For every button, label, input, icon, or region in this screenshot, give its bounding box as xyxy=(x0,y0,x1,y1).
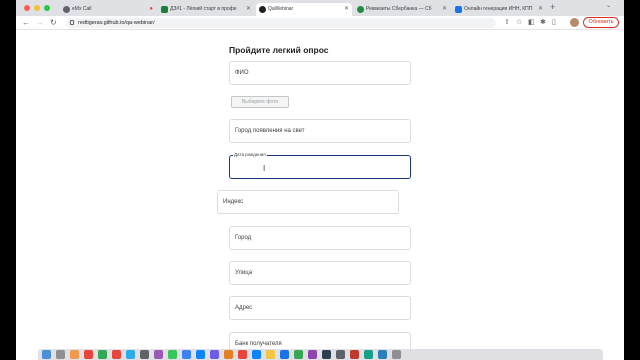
url-text: redtigerav.github.io/qa-webinar/ xyxy=(78,20,155,26)
birthplace-field[interactable]: Город появления на свет xyxy=(229,119,411,143)
maps-icon[interactable] xyxy=(364,350,373,359)
tab-title: ДЗ#1 - Лёгкий старт в профе xyxy=(170,6,237,12)
chrome-icon[interactable] xyxy=(98,350,107,359)
tab-homework[interactable]: ДЗ#1 - Лёгкий старт в профе ✕ xyxy=(158,3,254,16)
birthdate-field[interactable]: Дата рождения I xyxy=(229,152,411,179)
new-tab-icon[interactable]: + xyxy=(550,2,555,12)
avatar[interactable] xyxy=(570,18,579,27)
github-favicon-icon xyxy=(259,6,266,13)
close-tab-icon[interactable]: ✕ xyxy=(246,3,251,16)
zoom-video-icon[interactable] xyxy=(252,350,261,359)
address-bar[interactable]: redtigerav.github.io/qa-webinar/ xyxy=(66,18,496,28)
tab-favicon-icon xyxy=(63,6,70,13)
puzzle-icon[interactable]: ✱ xyxy=(540,18,546,28)
sidebar-icon[interactable]: ▯ xyxy=(552,18,556,28)
zoom-icon[interactable] xyxy=(182,350,191,359)
telegram-icon[interactable] xyxy=(126,350,135,359)
fio-field[interactable]: ФИО xyxy=(229,61,411,85)
close-tab-icon[interactable]: ✕ xyxy=(442,3,447,16)
skype-icon[interactable] xyxy=(238,350,247,359)
close-window-icon[interactable] xyxy=(24,5,30,11)
index-placeholder: Индекс xyxy=(223,199,244,205)
share-icon[interactable]: ⇪ xyxy=(504,18,510,28)
browser-toolbar: ← → ↻ redtigerav.github.io/qa-webinar/ ⇪… xyxy=(16,16,624,30)
photos-icon[interactable] xyxy=(70,350,79,359)
word-icon[interactable] xyxy=(280,350,289,359)
tab-title: eMx Call xyxy=(72,6,92,12)
launchpad-icon[interactable] xyxy=(56,350,65,359)
mail-icon[interactable] xyxy=(84,350,93,359)
city-field[interactable]: Город xyxy=(229,226,411,250)
lock-icon xyxy=(70,20,74,25)
close-tab-icon[interactable]: ✕ xyxy=(538,3,543,16)
index-field[interactable]: Индекс xyxy=(217,190,399,214)
music-icon[interactable] xyxy=(154,350,163,359)
street-placeholder: Улица xyxy=(235,270,253,276)
calendar-icon[interactable] xyxy=(224,350,233,359)
tab-sberbank[interactable]: Реквизиты Сбербанка — Сб ✕ xyxy=(354,3,450,16)
tab-title: QaWebinar xyxy=(268,6,294,12)
choose-photo-button[interactable]: Выберите фото xyxy=(231,96,289,108)
yandex-icon[interactable] xyxy=(112,350,121,359)
generator-favicon-icon xyxy=(455,6,462,13)
browser-window: eMx Call ● ДЗ#1 - Лёгкий старт в профе ✕… xyxy=(16,0,624,360)
pdf-icon[interactable] xyxy=(350,350,359,359)
close-tab-icon[interactable]: ✕ xyxy=(344,3,349,16)
sber-favicon-icon xyxy=(357,6,364,13)
tab-emx-call[interactable]: eMx Call ● xyxy=(60,3,156,16)
app-store-icon[interactable] xyxy=(196,350,205,359)
birthplace-placeholder: Город появления на свет xyxy=(235,128,305,134)
terminal-icon[interactable] xyxy=(322,350,331,359)
finder-icon[interactable] xyxy=(42,350,51,359)
preview-icon[interactable] xyxy=(336,350,345,359)
notes-yellow-icon[interactable] xyxy=(266,350,275,359)
tab-title: Онлайн генерация ИНН, КПП xyxy=(464,6,533,12)
bookmark-star-icon[interactable]: ☆ xyxy=(516,18,522,28)
back-icon[interactable]: ← xyxy=(22,18,30,28)
settings-icon[interactable] xyxy=(140,350,149,359)
forward-icon[interactable]: → xyxy=(36,18,44,28)
sheets-icon[interactable] xyxy=(294,350,303,359)
dock xyxy=(38,349,603,360)
trash-icon[interactable] xyxy=(392,350,401,359)
fio-placeholder: ФИО xyxy=(235,70,249,76)
street-field[interactable]: Улица xyxy=(229,261,411,285)
minimize-window-icon[interactable] xyxy=(34,5,40,11)
sheets-favicon-icon xyxy=(161,6,168,13)
page-title: Пройдите легкий опрос xyxy=(229,45,329,55)
finder-folder-icon[interactable] xyxy=(378,350,387,359)
tab-qawebinar[interactable]: QaWebinar ✕ xyxy=(256,3,352,16)
tab-title: Реквизиты Сбербанка — Сб xyxy=(366,6,432,12)
chevron-down-icon[interactable]: ⌄ xyxy=(606,2,611,9)
birthdate-label: Дата рождения xyxy=(233,152,267,157)
update-button[interactable]: Обновить xyxy=(583,17,619,28)
maximize-window-icon[interactable] xyxy=(44,5,50,11)
tab-strip: eMx Call ● ДЗ#1 - Лёгкий старт в профе ✕… xyxy=(16,0,624,16)
text-cursor-icon: I xyxy=(263,164,266,173)
address-placeholder: Адрес xyxy=(235,305,253,311)
recording-dot-icon: ● xyxy=(149,6,153,12)
extension-icon[interactable]: ◧ xyxy=(528,18,535,28)
address-field[interactable]: Адрес xyxy=(229,296,411,320)
reload-icon[interactable]: ↻ xyxy=(50,18,57,28)
notes-icon[interactable] xyxy=(210,350,219,359)
city-placeholder: Город xyxy=(235,235,252,241)
messages-icon[interactable] xyxy=(168,350,177,359)
tab-inn-generator[interactable]: Онлайн генерация ИНН, КПП ✕ xyxy=(452,3,546,16)
slack-icon[interactable] xyxy=(308,350,317,359)
